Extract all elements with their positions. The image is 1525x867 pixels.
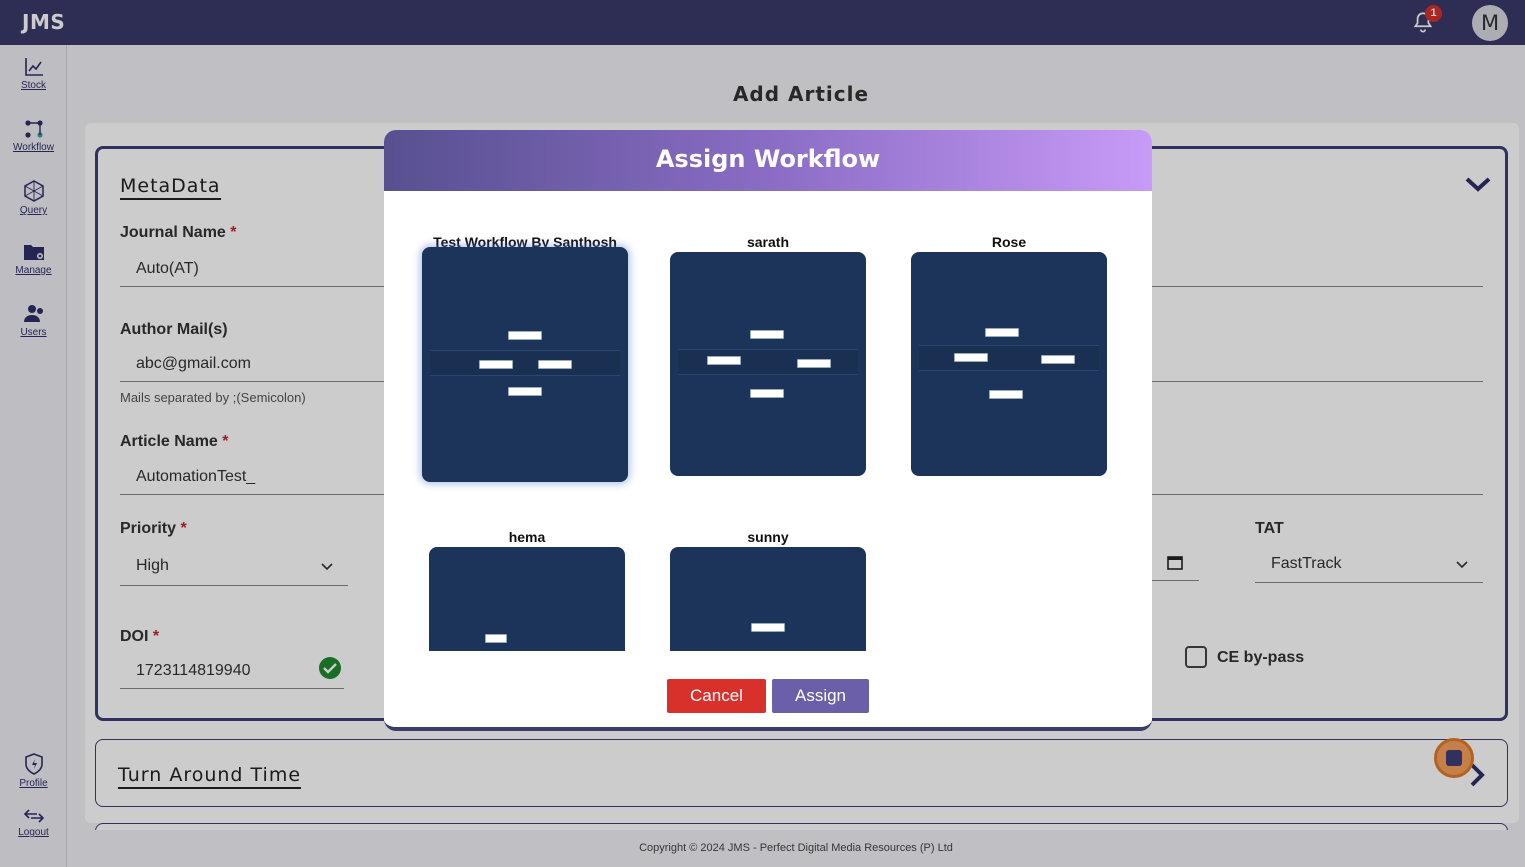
workflow-node (508, 387, 542, 396)
assign-button[interactable]: Assign (772, 679, 869, 713)
workflow-name: Rose (991, 234, 1027, 250)
modal-title: Assign Workflow (655, 145, 881, 173)
modal-header: Assign Workflow (384, 130, 1152, 191)
workflow-node (485, 634, 507, 643)
workflow-node (989, 390, 1023, 399)
workflow-node (1041, 355, 1075, 364)
workflow-name: hema (508, 529, 546, 545)
workflow-thumbnail[interactable] (670, 252, 866, 476)
workflow-node (797, 359, 831, 368)
workflow-thumbnail[interactable] (670, 547, 866, 651)
workflow-thumbnail[interactable] (422, 247, 628, 482)
modal-footer: Cancel Assign (384, 651, 1152, 727)
workflow-node (508, 331, 542, 340)
assign-workflow-modal: Assign Workflow Test Workflow By Santhos… (384, 130, 1152, 731)
workflow-name: sarath (746, 234, 790, 250)
workflow-node (707, 356, 741, 365)
workflow-node (538, 360, 572, 369)
workflow-node (954, 353, 988, 362)
workflow-node (750, 330, 784, 339)
workflow-diagram-band (430, 350, 620, 376)
workflow-list[interactable]: Test Workflow By Santhosh sarath Rose he… (384, 191, 1152, 651)
workflow-node (751, 623, 785, 632)
workflow-name: sunny (747, 529, 789, 545)
workflow-diagram-band (678, 349, 858, 375)
cancel-button[interactable]: Cancel (667, 679, 766, 713)
workflow-node (479, 360, 513, 369)
workflow-thumbnail[interactable] (911, 252, 1107, 476)
workflow-node (750, 389, 784, 398)
workflow-thumbnail[interactable] (429, 547, 625, 651)
workflow-node (985, 328, 1019, 337)
